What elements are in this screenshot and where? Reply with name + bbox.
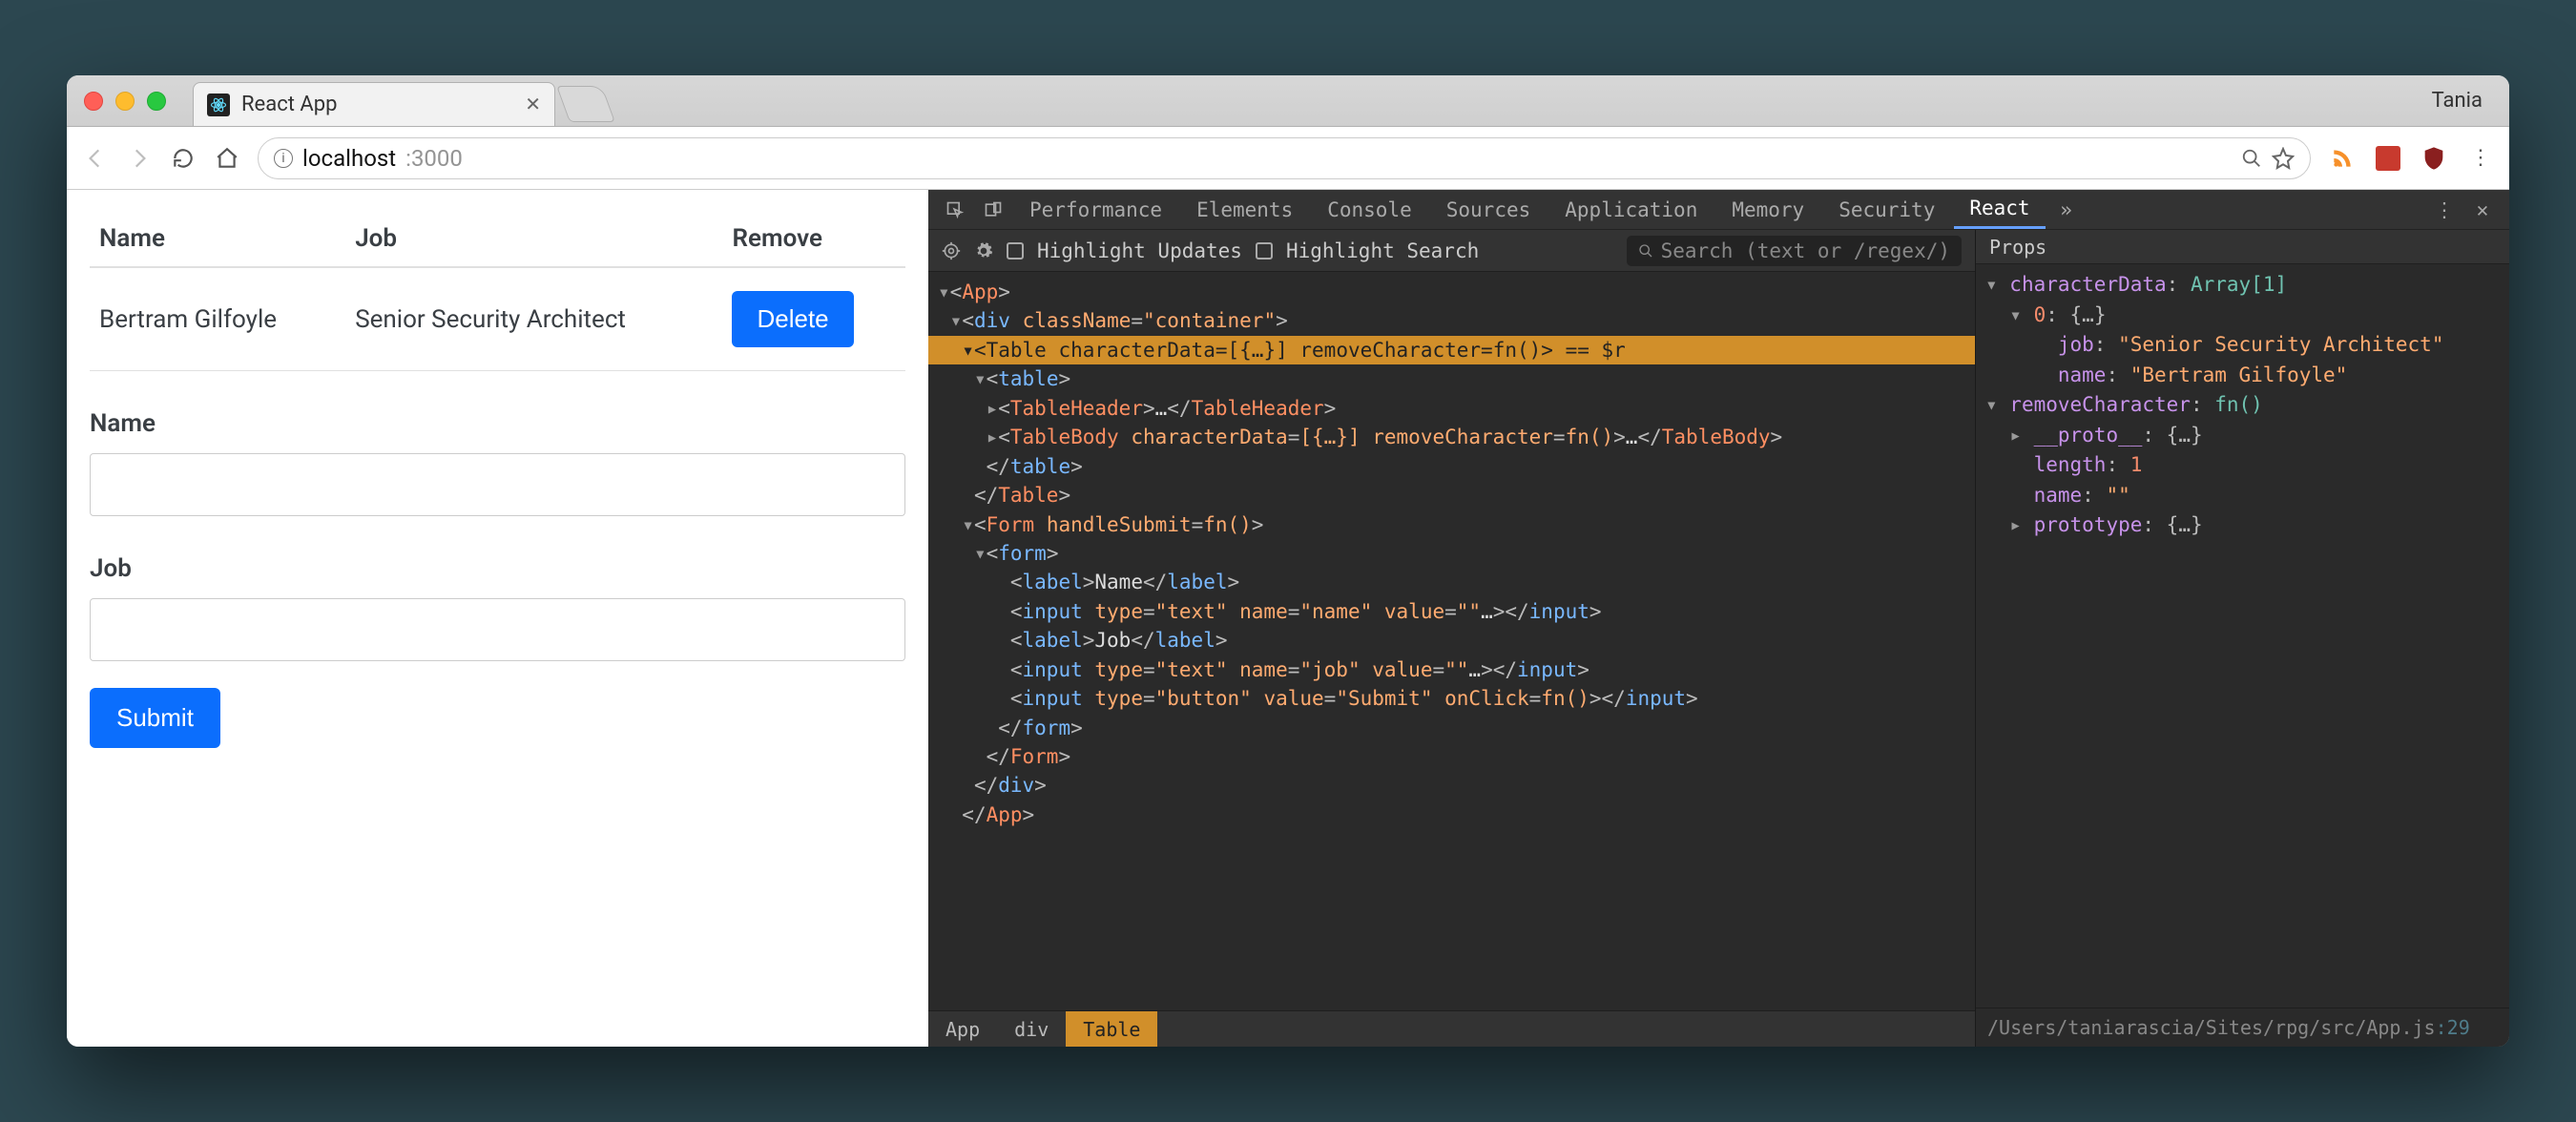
name-label: Name bbox=[90, 409, 905, 438]
url-port: :3000 bbox=[405, 145, 463, 172]
props-pane: Props ▾ characterData: Array[1] ▾ 0: {…}… bbox=[1975, 230, 2509, 1047]
address-bar[interactable]: i localhost :3000 bbox=[258, 137, 2311, 179]
bookmark-star-icon[interactable] bbox=[2272, 147, 2295, 170]
profile-name[interactable]: Tania bbox=[2432, 89, 2483, 113]
zoom-icon[interactable] bbox=[2241, 148, 2262, 169]
react-toolbar: Highlight Updates Highlight Search Searc… bbox=[928, 230, 1975, 272]
content-area: Name Job Remove Bertram Gilfoyle Senior … bbox=[67, 190, 2509, 1047]
highlight-updates-label: Highlight Updates bbox=[1037, 239, 1242, 262]
job-input[interactable] bbox=[90, 598, 905, 661]
rss-extension-icon[interactable] bbox=[2328, 144, 2357, 173]
browser-tab-strip: React App ✕ Tania bbox=[67, 75, 2509, 127]
col-remove: Remove bbox=[722, 211, 905, 267]
crumb-div[interactable]: div bbox=[997, 1011, 1066, 1047]
url-host: localhost bbox=[302, 145, 396, 172]
props-header: Props bbox=[1976, 230, 2509, 264]
devtools-menu-icon[interactable]: ⋮ bbox=[2427, 198, 2462, 221]
source-path[interactable]: /Users/taniarascia/Sites/rpg/src/App.js:… bbox=[1976, 1008, 2509, 1047]
more-tabs-icon[interactable]: » bbox=[2049, 198, 2084, 221]
devtools-tab-console[interactable]: Console bbox=[1312, 190, 1427, 229]
devtools-tab-security[interactable]: Security bbox=[1823, 190, 1950, 229]
new-tab-button[interactable] bbox=[556, 86, 615, 122]
devtools-tab-application[interactable]: Application bbox=[1549, 190, 1713, 229]
ublock-extension-icon[interactable] bbox=[2420, 144, 2448, 173]
extension-icon[interactable] bbox=[2374, 144, 2402, 173]
devtools-tabs: Performance Elements Console Sources App… bbox=[928, 190, 2509, 230]
react-favicon-icon bbox=[207, 94, 230, 116]
tab-title: React App bbox=[241, 93, 513, 116]
device-toggle-icon[interactable] bbox=[976, 200, 1010, 219]
breadcrumb: App div Table bbox=[928, 1010, 1975, 1047]
nav-reload-button[interactable] bbox=[170, 145, 197, 172]
cell-job: Senior Security Architect bbox=[345, 267, 722, 371]
search-placeholder: Search (text or /regex/) bbox=[1661, 239, 1950, 262]
characters-table: Name Job Remove Bertram Gilfoyle Senior … bbox=[90, 211, 905, 371]
cell-name: Bertram Gilfoyle bbox=[90, 267, 345, 371]
nav-forward-button[interactable] bbox=[126, 145, 153, 172]
browser-window: React App ✕ Tania i localhost :3000 bbox=[67, 75, 2509, 1047]
name-input[interactable] bbox=[90, 453, 905, 516]
browser-tab[interactable]: React App ✕ bbox=[193, 82, 555, 126]
nav-home-button[interactable] bbox=[214, 145, 240, 172]
submit-button[interactable]: Submit bbox=[90, 688, 220, 748]
devtools-panel: Performance Elements Console Sources App… bbox=[928, 190, 2509, 1047]
highlight-updates-checkbox[interactable] bbox=[1007, 242, 1024, 260]
fullscreen-window-button[interactable] bbox=[147, 92, 166, 111]
devtools-tab-performance[interactable]: Performance bbox=[1014, 190, 1177, 229]
tab-close-icon[interactable]: ✕ bbox=[525, 93, 541, 116]
crumb-app[interactable]: App bbox=[928, 1011, 997, 1047]
browser-menu-button[interactable]: ⋮ bbox=[2465, 144, 2494, 173]
col-name: Name bbox=[90, 211, 345, 267]
settings-gear-icon[interactable] bbox=[974, 241, 993, 260]
devtools-close-icon[interactable]: ✕ bbox=[2465, 198, 2500, 221]
table-row: Bertram Gilfoyle Senior Security Archite… bbox=[90, 267, 905, 371]
target-icon[interactable] bbox=[942, 241, 961, 260]
props-body[interactable]: ▾ characterData: Array[1] ▾ 0: {…} job: … bbox=[1976, 264, 2509, 1008]
site-info-icon[interactable]: i bbox=[274, 149, 293, 168]
highlight-search-label: Highlight Search bbox=[1286, 239, 1479, 262]
browser-toolbar: i localhost :3000 ⋮ bbox=[67, 127, 2509, 190]
app-page: Name Job Remove Bertram Gilfoyle Senior … bbox=[67, 190, 928, 1047]
delete-button[interactable]: Delete bbox=[732, 291, 853, 347]
devtools-tab-elements[interactable]: Elements bbox=[1181, 190, 1308, 229]
devtools-tab-react[interactable]: React bbox=[1954, 190, 2045, 229]
react-tree-pane: Highlight Updates Highlight Search Searc… bbox=[928, 230, 1975, 1047]
minimize-window-button[interactable] bbox=[115, 92, 135, 111]
inspect-element-icon[interactable] bbox=[938, 200, 972, 219]
highlight-search-checkbox[interactable] bbox=[1256, 242, 1273, 260]
crumb-table[interactable]: Table bbox=[1066, 1011, 1157, 1047]
devtools-tab-sources[interactable]: Sources bbox=[1431, 190, 1547, 229]
component-tree[interactable]: ▾<App> ▾<div className="container"> ▾<Ta… bbox=[928, 272, 1975, 1010]
devtools-search[interactable]: Search (text or /regex/) bbox=[1627, 236, 1962, 266]
col-job: Job bbox=[345, 211, 722, 267]
close-window-button[interactable] bbox=[84, 92, 103, 111]
job-label: Job bbox=[90, 554, 905, 583]
nav-back-button[interactable] bbox=[82, 145, 109, 172]
devtools-tab-memory[interactable]: Memory bbox=[1716, 190, 1819, 229]
window-controls bbox=[80, 92, 176, 111]
